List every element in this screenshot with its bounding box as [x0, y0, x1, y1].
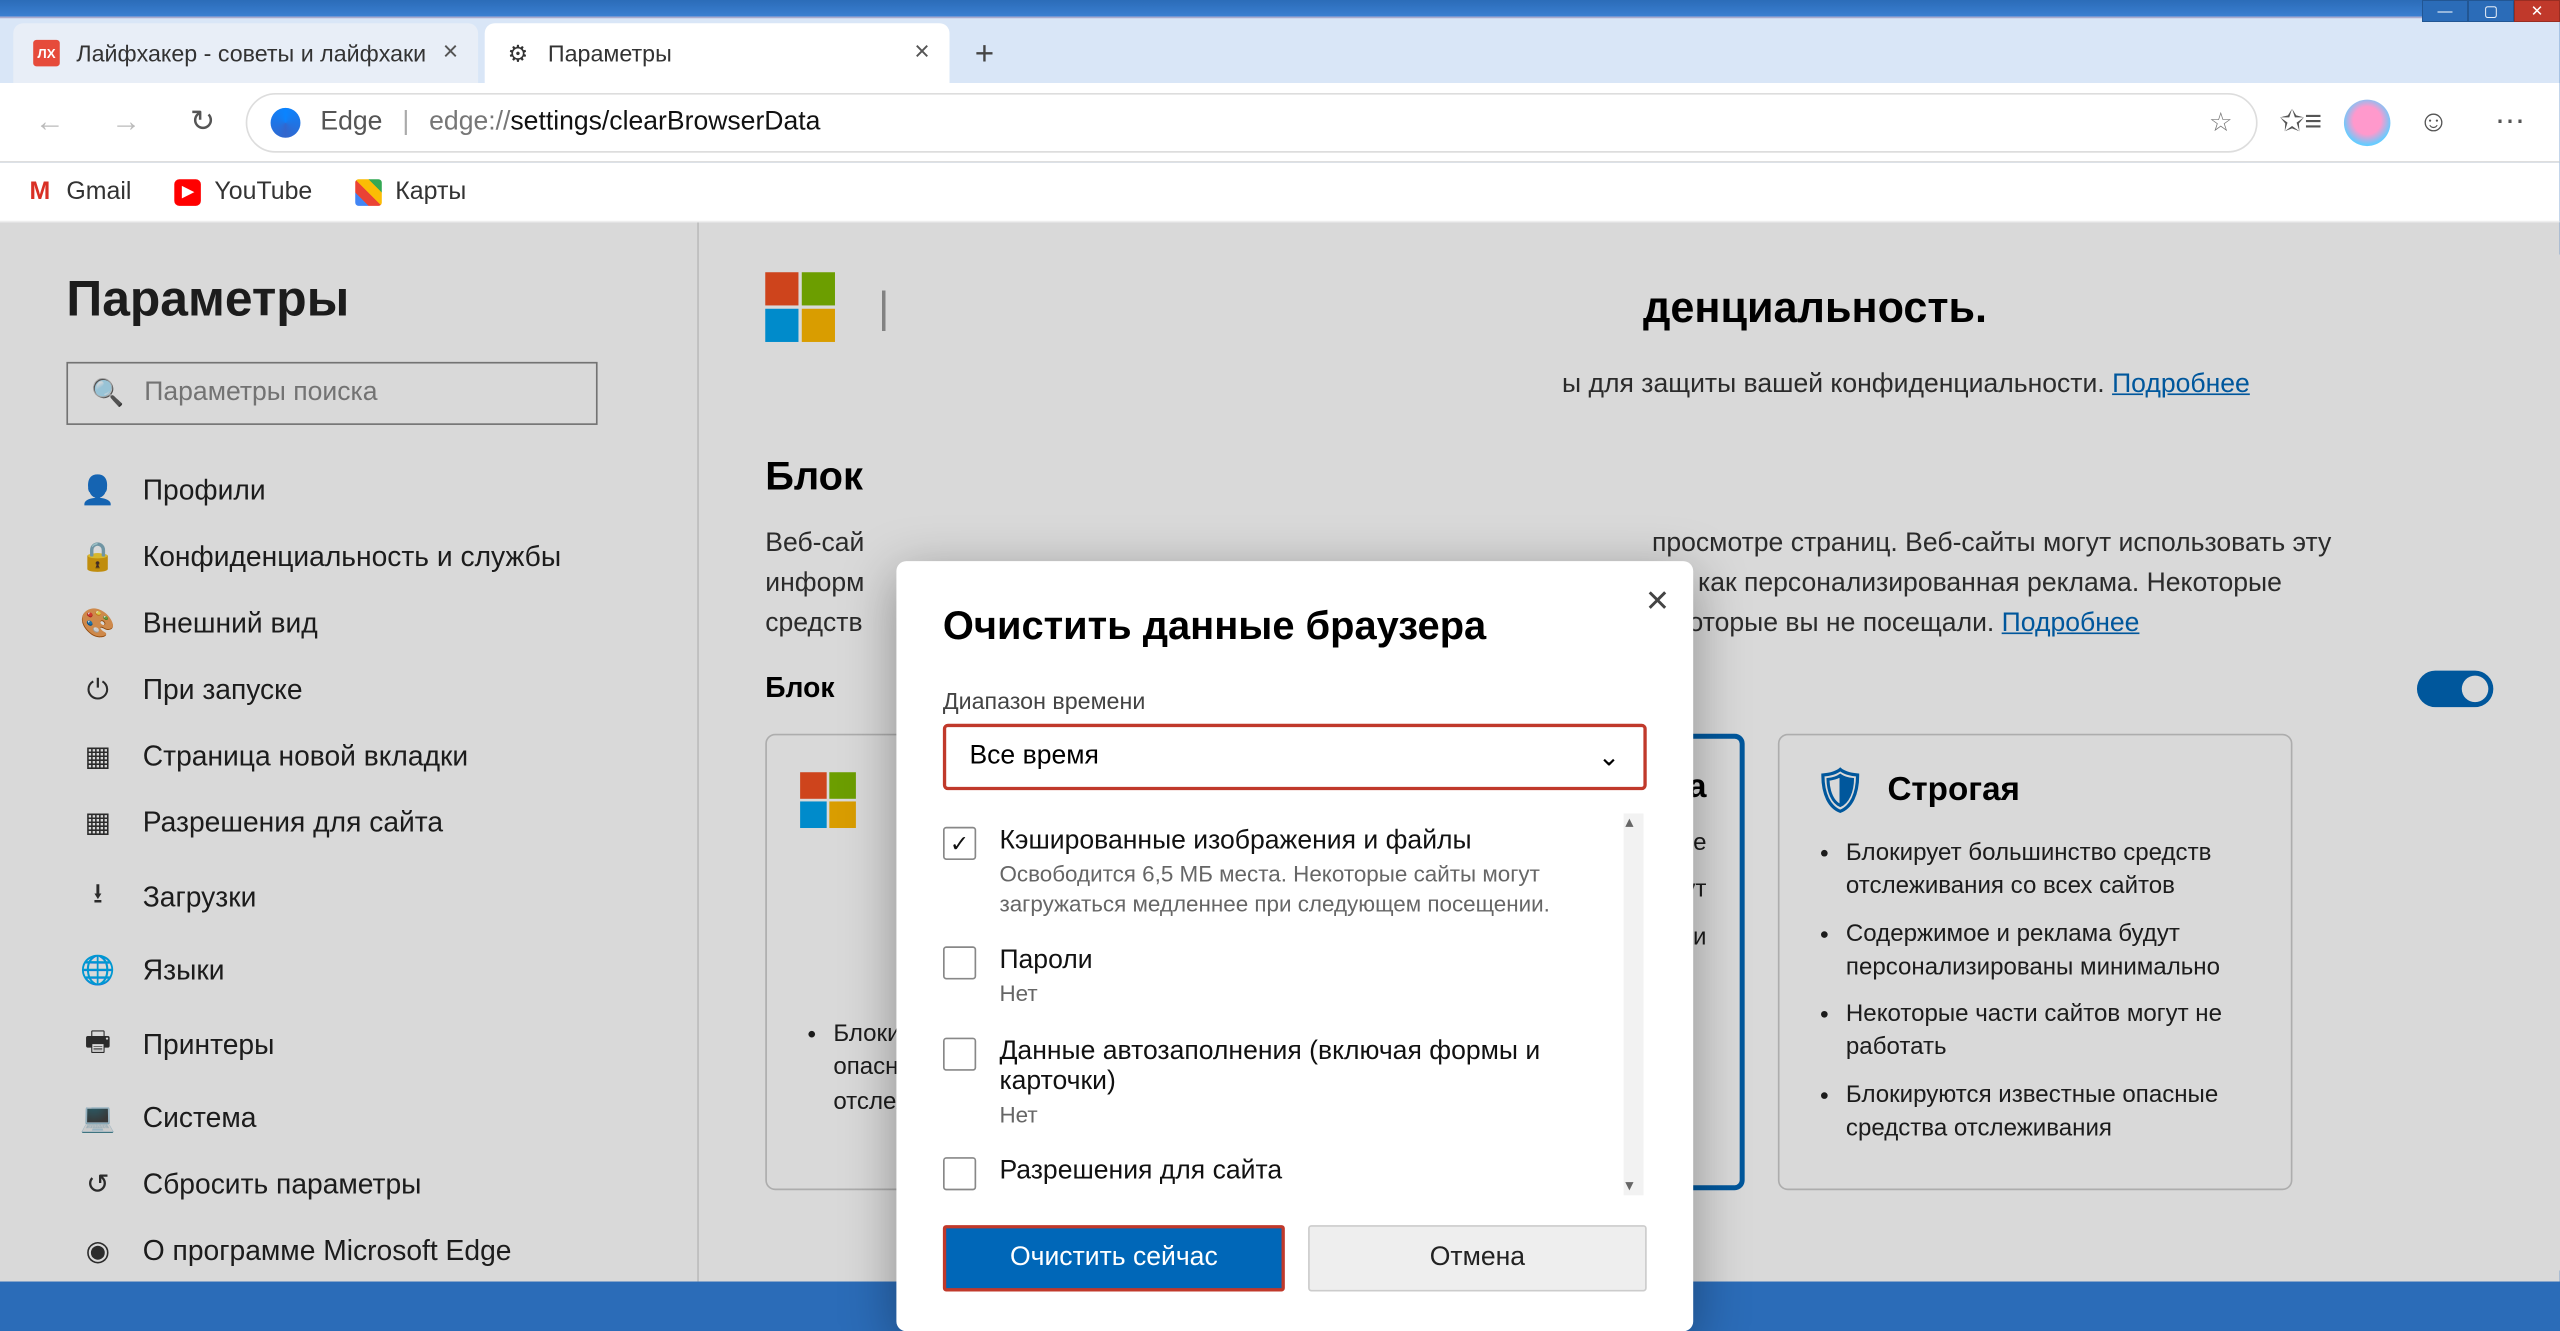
item-title: Кэшированные изображения и файлы [999, 827, 1626, 857]
titlebar [0, 0, 2560, 17]
address-url: edge://settings/clearBrowserData [429, 107, 820, 137]
time-range-label: Диапазон времени [943, 687, 1647, 714]
clear-data-item[interactable]: Пароли Нет [943, 934, 1627, 1024]
checkbox[interactable] [943, 1157, 976, 1190]
item-subtitle: Нет [999, 980, 1626, 1010]
tab-strip: ЛХ Лайфхакер - советы и лайфхаки × ⚙ Пар… [0, 17, 2560, 83]
menu-dots-icon[interactable]: ⋯ [2477, 89, 2543, 155]
forward-button[interactable]: → [93, 89, 159, 155]
checkbox[interactable] [943, 1037, 976, 1070]
clear-data-item[interactable]: Разрешения для сайта 1 сайт [943, 1144, 1627, 1196]
toolbar: ← → ↻ Edge | edge://settings/clearBrowse… [0, 83, 2560, 163]
bookmark-gmail[interactable]: MGmail [27, 178, 132, 206]
chevron-down-icon: ⌄ [1598, 740, 1620, 773]
gear-icon: ⚙ [505, 40, 532, 67]
maps-icon [355, 178, 382, 205]
tab-title: Лайфхакер - советы и лайфхаки [76, 40, 426, 67]
clear-data-item[interactable]: Кэшированные изображения и файлы Освобод… [943, 813, 1627, 933]
clear-data-options: Кэшированные изображения и файлы Освобод… [943, 813, 1647, 1195]
clear-data-dialog: ✕ Очистить данные браузера Диапазон врем… [896, 561, 1693, 1331]
edge-logo-icon [271, 107, 301, 137]
window-minimize-button[interactable]: — [2422, 0, 2468, 22]
youtube-icon: ▶ [175, 178, 202, 205]
tab-lifehacker[interactable]: ЛХ Лайфхакер - советы и лайфхаки × [13, 23, 478, 83]
feedback-icon[interactable]: ☺ [2400, 89, 2466, 155]
bookmark-maps[interactable]: Карты [355, 178, 466, 206]
item-title: Разрешения для сайта [999, 1157, 1626, 1187]
window-close-button[interactable]: ✕ [2514, 0, 2560, 22]
tab-settings[interactable]: ⚙ Параметры × [485, 23, 950, 83]
dialog-close-button[interactable]: ✕ [1645, 584, 1670, 619]
refresh-button[interactable]: ↻ [169, 89, 235, 155]
favorite-star-icon[interactable]: ☆ [2209, 105, 2233, 138]
item-title: Пароли [999, 947, 1626, 977]
favorites-icon[interactable]: ✩≡ [2268, 89, 2334, 155]
tab-title: Параметры [548, 40, 898, 67]
bookmarks-bar: MGmail ▶YouTube Карты [0, 163, 2560, 223]
new-tab-button[interactable]: + [956, 27, 1012, 83]
address-bar[interactable]: Edge | edge://settings/clearBrowserData … [246, 92, 2258, 152]
address-brand: Edge [320, 107, 382, 137]
item-title: Данные автозаполнения (включая формы и к… [999, 1037, 1626, 1097]
window-maximize-button[interactable]: ▢ [2468, 0, 2514, 22]
dialog-title: Очистить данные браузера [943, 604, 1647, 650]
item-subtitle: 1 сайт [999, 1190, 1626, 1195]
tab-close-icon[interactable]: × [443, 38, 459, 68]
clear-data-item[interactable]: Данные автозаполнения (включая формы и к… [943, 1024, 1627, 1144]
scrollbar[interactable] [1623, 813, 1643, 1195]
tab-close-icon[interactable]: × [914, 38, 930, 68]
back-button[interactable]: ← [17, 89, 83, 155]
time-range-select[interactable]: Все время ⌄ [943, 724, 1647, 790]
profile-avatar[interactable] [2344, 99, 2390, 145]
gmail-icon: M [27, 178, 54, 205]
checkbox[interactable] [943, 947, 976, 980]
bookmark-youtube[interactable]: ▶YouTube [175, 178, 313, 206]
item-subtitle: Нет [999, 1100, 1626, 1130]
checkbox[interactable] [943, 827, 976, 860]
item-subtitle: Освободится 6,5 МБ места. Некоторые сайт… [999, 860, 1626, 920]
favicon-lifehacker: ЛХ [33, 40, 60, 67]
